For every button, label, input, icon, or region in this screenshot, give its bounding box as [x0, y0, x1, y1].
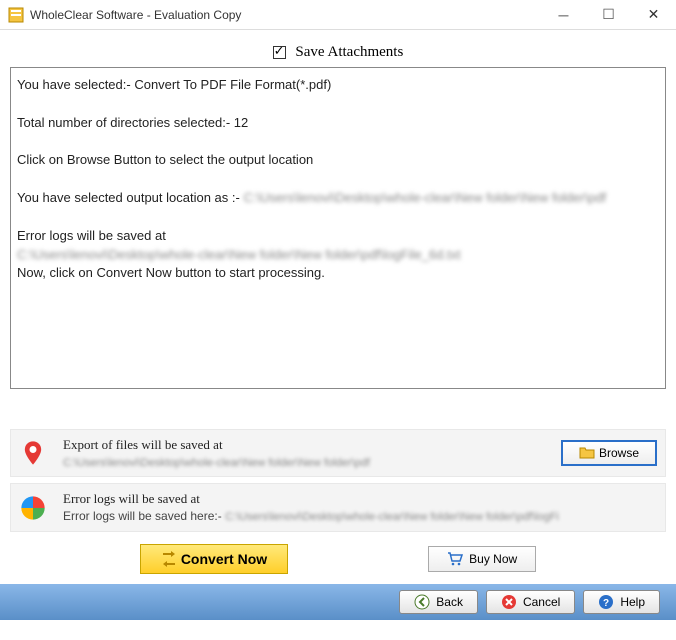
cancel-button[interactable]: Cancel	[486, 590, 575, 614]
log-line: Error logs will be saved at	[17, 227, 659, 246]
export-path: C:\Users\lenovi\Desktop\whole-clear\New …	[63, 457, 370, 469]
error-path-line: Error logs will be saved here:- C:\Users…	[63, 509, 559, 523]
back-icon	[414, 594, 430, 610]
close-button[interactable]: ✕	[631, 0, 676, 29]
browse-button[interactable]: Browse	[561, 440, 657, 466]
log-line: You have selected output location as :- …	[17, 189, 659, 208]
back-button[interactable]: Back	[399, 590, 478, 614]
save-attachments-label: Save Attachments	[295, 44, 403, 60]
help-button[interactable]: ? Help	[583, 590, 660, 614]
export-location-row: Export of files will be saved at C:\User…	[10, 429, 666, 477]
window-title: WholeClear Software - Evaluation Copy	[30, 8, 541, 22]
buy-now-button[interactable]: Buy Now	[428, 546, 536, 572]
save-attachments-checkbox[interactable]	[273, 46, 286, 59]
convert-now-button[interactable]: Convert Now	[140, 544, 288, 574]
error-log-row: Error logs will be saved at Error logs w…	[10, 483, 666, 531]
error-label: Error logs will be saved at	[63, 490, 657, 508]
save-attachments-row: Save Attachments	[10, 34, 666, 67]
footer-bar: Back Cancel ? Help	[0, 584, 676, 620]
cancel-icon	[501, 594, 517, 610]
log-line: Total number of directories selected:- 1…	[17, 114, 659, 133]
titlebar: WholeClear Software - Evaluation Copy ─ …	[0, 0, 676, 30]
log-output: You have selected:- Convert To PDF File …	[10, 67, 666, 389]
maximize-button[interactable]: ☐	[586, 0, 631, 29]
help-icon: ?	[598, 594, 614, 610]
log-line: You have selected:- Convert To PDF File …	[17, 76, 659, 95]
convert-icon	[161, 551, 177, 567]
log-line: Now, click on Convert Now button to star…	[17, 264, 659, 283]
log-line: Click on Browse Button to select the out…	[17, 151, 659, 170]
folder-icon	[579, 445, 595, 461]
pin-icon	[19, 439, 47, 467]
action-row: Convert Now Buy Now	[10, 538, 666, 584]
app-icon	[8, 7, 24, 23]
log-line: C:\Users\lenovi\Desktop\whole-clear\New …	[17, 246, 659, 265]
cart-icon	[447, 551, 463, 567]
minimize-button[interactable]: ─	[541, 0, 586, 29]
svg-text:?: ?	[603, 598, 609, 609]
pie-icon	[19, 494, 47, 522]
export-label: Export of files will be saved at	[63, 436, 561, 454]
